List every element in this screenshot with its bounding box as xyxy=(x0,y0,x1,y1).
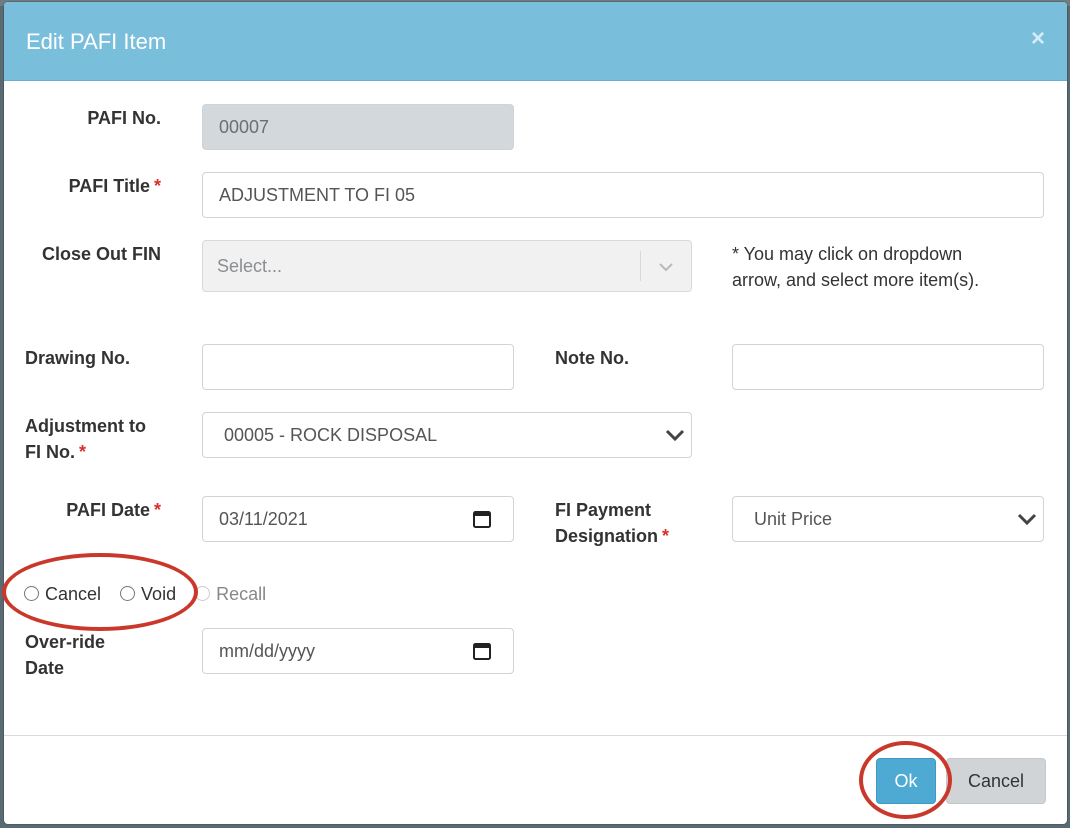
pafi-no-label-text: PAFI No. xyxy=(87,108,161,128)
adjustment-to-fi-select[interactable]: 00005 - ROCK DISPOSAL xyxy=(202,412,692,458)
radio-void[interactable]: Void xyxy=(120,584,181,604)
cancel-button[interactable]: Cancel xyxy=(946,758,1046,804)
pafi-no-field: 00007 xyxy=(202,104,514,150)
pafi-date-value: 03/11/2021 xyxy=(219,509,308,529)
note-no-input[interactable] xyxy=(732,344,1044,390)
fi-payment-designation-label: FI Payment Designation * xyxy=(555,497,669,549)
select-separator xyxy=(640,251,641,281)
required-marker: * xyxy=(79,442,87,462)
radio-recall-label: Recall xyxy=(216,584,267,604)
footer-divider xyxy=(4,735,1067,736)
pafi-date-label: PAFI Date * xyxy=(24,497,161,523)
pafi-date-label-text: PAFI Date xyxy=(66,500,150,520)
radio-recall-circle xyxy=(195,586,211,601)
pafi-title-label-text: PAFI Title xyxy=(68,176,150,196)
close-out-fin-label-text: Close Out FIN xyxy=(41,244,161,264)
fi-payment-designation-value: Unit Price xyxy=(754,509,833,529)
chevron-down-icon[interactable] xyxy=(1017,511,1037,527)
adjustment-label-line-2: FI No. xyxy=(25,442,75,462)
close-out-fin-hint: * You may click on dropdown arrow, and s… xyxy=(732,241,979,293)
chevron-down-icon[interactable] xyxy=(657,258,675,276)
required-marker: * xyxy=(662,526,670,546)
edit-pafi-modal: Edit PAFI Item × PAFI No. 00007 PAFI Tit… xyxy=(4,2,1067,824)
hint-line-1: * You may click on dropdown xyxy=(732,244,963,264)
note-no-label: Note No. xyxy=(555,348,629,368)
radio-void-circle[interactable] xyxy=(120,586,136,601)
required-marker: * xyxy=(153,500,161,520)
radio-cancel-label[interactable]: Cancel xyxy=(45,584,101,604)
radio-cancel[interactable]: Cancel xyxy=(24,584,106,604)
calendar-icon[interactable] xyxy=(473,642,491,660)
radio-recall: Recall xyxy=(195,584,266,604)
pafi-no-label: PAFI No. xyxy=(24,105,161,131)
fi-payment-label-line-1: FI Payment xyxy=(555,500,652,520)
close-out-fin-select[interactable]: Select... xyxy=(202,240,692,292)
drawing-no-input[interactable] xyxy=(202,344,514,390)
radio-void-label[interactable]: Void xyxy=(141,584,176,604)
hint-line-2: arrow, and select more item(s). xyxy=(732,270,980,290)
close-icon[interactable]: × xyxy=(1031,27,1045,51)
adjustment-label-line-1: Adjustment to xyxy=(25,416,146,436)
override-date-placeholder: mm/dd/yyyy xyxy=(219,641,316,661)
pafi-title-label: PAFI Title * xyxy=(24,173,161,199)
modal-title: Edit PAFI Item xyxy=(26,29,167,54)
ok-button[interactable]: Ok xyxy=(876,758,936,804)
adjustment-to-fi-value: 00005 - ROCK DISPOSAL xyxy=(224,425,438,445)
override-label-line-1: Over-ride xyxy=(25,632,106,652)
required-marker: * xyxy=(153,176,161,196)
modal-header: Edit PAFI Item × xyxy=(4,2,1067,81)
pafi-date-input[interactable]: 03/11/2021 xyxy=(202,496,514,542)
calendar-icon[interactable] xyxy=(473,510,491,528)
radio-cancel-circle[interactable] xyxy=(24,586,39,601)
drawing-no-label: Drawing No. xyxy=(25,348,131,368)
override-date-label: Over-ride Date xyxy=(25,629,105,681)
adjustment-to-fi-label: Adjustment to FI No. * xyxy=(25,413,146,465)
override-date-input[interactable]: mm/dd/yyyy xyxy=(202,628,514,674)
chevron-down-icon[interactable] xyxy=(665,427,685,443)
status-radio-group: Cancel Void Recall xyxy=(24,581,266,607)
override-label-line-2: Date xyxy=(25,658,65,678)
fi-payment-designation-select[interactable]: Unit Price xyxy=(732,496,1044,542)
close-out-fin-label: Close Out FIN xyxy=(24,241,161,267)
fi-payment-label-line-2: Designation xyxy=(555,526,659,546)
pafi-title-input[interactable]: ADJUSTMENT TO FI 05 xyxy=(202,172,1044,218)
close-out-fin-placeholder: Select... xyxy=(217,256,283,276)
